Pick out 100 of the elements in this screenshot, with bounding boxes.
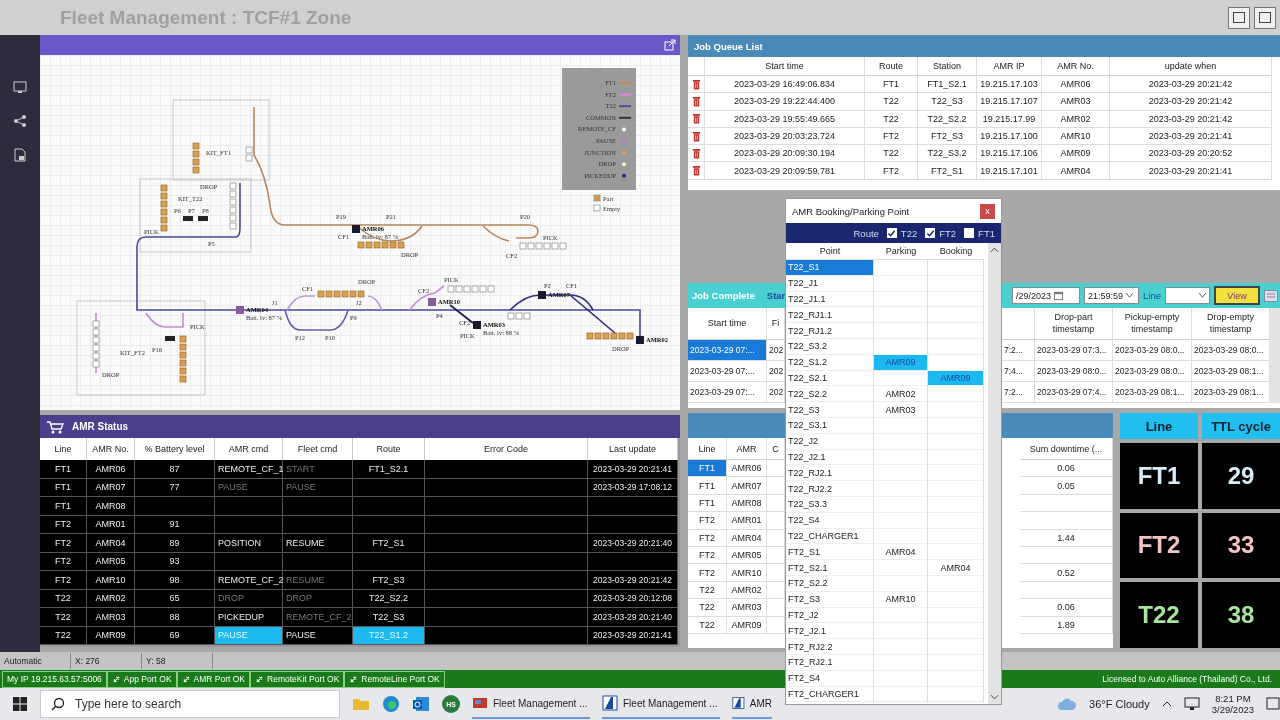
list-row[interactable]: T22_CHARGER1 (786, 528, 874, 545)
caret-icon[interactable] (1199, 293, 1206, 298)
calendar-icon[interactable] (1054, 291, 1064, 300)
trash-icon[interactable] (691, 165, 701, 177)
column-header[interactable]: Last update (588, 438, 678, 460)
list-row[interactable]: T22_RJ2.1 (786, 465, 874, 482)
column-header[interactable]: % Battery level (135, 438, 215, 460)
windows-logo-icon[interactable] (12, 696, 28, 712)
amr-marker[interactable] (538, 291, 546, 299)
notification-icon[interactable] (1266, 697, 1280, 711)
export-icon[interactable] (1264, 289, 1278, 302)
maximize-icon[interactable] (1228, 6, 1250, 29)
list-row[interactable]: T22_S1 (786, 260, 874, 276)
taskbar-app[interactable]: Fleet Management ... (472, 689, 590, 719)
trash-icon[interactable] (691, 113, 701, 125)
list-row[interactable]: T22_J1 (786, 275, 874, 292)
search-field[interactable]: Type here to search (40, 690, 340, 718)
date-field[interactable]: /29/2023 (1012, 287, 1081, 304)
column-header[interactable]: update when (1110, 57, 1272, 76)
share-icon[interactable] (12, 113, 28, 129)
window-button-icon[interactable] (1254, 6, 1276, 29)
close-button[interactable]: x (980, 203, 995, 219)
list-row[interactable]: T22_S4 (786, 512, 874, 529)
taskbar-app[interactable]: Fleet Management ... (602, 689, 720, 719)
view-button[interactable]: View (1214, 286, 1260, 305)
list-row[interactable]: FT2_S3 (786, 591, 874, 608)
taskbar-app[interactable]: AMR (732, 689, 772, 719)
list-row[interactable]: FT2_S1 (786, 544, 874, 561)
list-row[interactable]: FT2_J2.1 (786, 623, 874, 640)
dialog-title: AMR Booking/Parking Point (792, 205, 910, 217)
column-header[interactable]: AMR (727, 438, 767, 460)
list-row[interactable]: T22_J2.1 (786, 449, 874, 466)
amr-marker[interactable] (352, 225, 360, 233)
column-header[interactable]: AMR IP (977, 57, 1042, 76)
list-row[interactable]: T22_S3.1 (786, 417, 874, 434)
checkbox-icon[interactable] (925, 228, 936, 238)
list-row[interactable]: T22_RJ1.1 (786, 307, 874, 324)
clock-date[interactable]: 3/29/2023 (1211, 704, 1254, 715)
amr-marker[interactable] (636, 336, 644, 344)
scroll-up-icon[interactable] (990, 247, 999, 253)
trash-icon[interactable] (691, 95, 701, 107)
route-checkbox[interactable]: FT2 (925, 227, 957, 239)
popout-icon[interactable] (664, 39, 676, 51)
list-row[interactable]: T22_J2 (786, 433, 874, 450)
amr-marker[interactable] (236, 306, 244, 314)
list-row[interactable]: T22_RJ2.2 (786, 481, 874, 497)
trash-icon[interactable] (691, 130, 701, 142)
column-header[interactable]: AMR No. (1042, 57, 1110, 76)
list-row[interactable]: FT2_S2.1 (786, 560, 874, 576)
column-header[interactable]: Route (353, 438, 425, 460)
column-header[interactable]: Sum downtime (... (1020, 438, 1113, 460)
list-row[interactable]: T22_S3 (786, 402, 874, 418)
column-header[interactable]: Pickup-empty timestamp (1113, 308, 1192, 340)
document-lock-icon[interactable] (12, 147, 28, 163)
list-row[interactable]: T22_S3.3 (786, 496, 874, 513)
chevron-up-icon[interactable] (1161, 701, 1172, 707)
list-row[interactable]: T22_RJ1.2 (786, 323, 874, 339)
route-checkbox[interactable]: T22 (886, 227, 918, 239)
column-header[interactable]: AMR No. (87, 438, 135, 460)
route-checkbox[interactable]: FT1 (964, 227, 995, 239)
list-row[interactable]: T22_S2.2 (786, 386, 874, 403)
clock-time[interactable]: 8:21 PM (1215, 693, 1251, 704)
column-header[interactable]: Fleet cmd (283, 438, 353, 460)
time-field[interactable]: 21:59:59 (1084, 287, 1140, 304)
browser-icon[interactable] (382, 695, 400, 713)
scrollbar[interactable] (988, 243, 1001, 704)
list-row[interactable]: FT2_RJ2.2 (786, 639, 874, 655)
column-header[interactable]: Route (865, 57, 918, 76)
trash-icon[interactable] (691, 147, 701, 159)
list-row[interactable]: FT2_CHARGER1 (786, 686, 874, 703)
list-row[interactable]: T22_J1.1 (786, 291, 874, 308)
list-row[interactable]: FT2_RJ2.1 (786, 654, 874, 671)
list-row[interactable]: FT2_J2 (786, 607, 874, 624)
table-cell (874, 417, 928, 434)
line-dropdown[interactable] (1165, 287, 1210, 304)
column-header[interactable]: Booking (928, 243, 984, 260)
amr-marker[interactable] (473, 321, 481, 329)
column-header[interactable]: Drop-part timestamp (1035, 308, 1113, 340)
list-row[interactable]: FT2_S4 (786, 670, 874, 687)
checkbox-icon[interactable] (886, 228, 897, 238)
list-row[interactable]: FT2_S2.2 (786, 575, 874, 592)
list-row[interactable]: T22_S3.2 (786, 339, 874, 355)
mail-app-icon[interactable] (412, 695, 430, 713)
table-cell: 2023-03-29 08:0... (1035, 361, 1113, 382)
caret-icon[interactable] (1126, 293, 1134, 298)
amr-marker[interactable] (428, 298, 436, 306)
checkbox-icon[interactable] (964, 228, 975, 238)
column-header[interactable]: Parking (874, 243, 928, 260)
column-header[interactable]: Start time (705, 57, 865, 76)
scroll-down-icon[interactable] (990, 694, 999, 700)
trash-icon[interactable] (691, 78, 701, 90)
column-header[interactable]: AMR cmd (215, 438, 283, 460)
list-row[interactable]: T22_S2.1 (786, 370, 874, 387)
monitor-icon[interactable] (12, 79, 28, 95)
column-header[interactable]: Station (918, 57, 977, 76)
column-header[interactable]: Line (40, 438, 87, 460)
scrollbar[interactable] (1270, 308, 1280, 403)
table-cell: FT2 (40, 534, 87, 553)
column-header[interactable]: Error Code (425, 438, 588, 460)
network-icon[interactable] (1183, 697, 1200, 711)
